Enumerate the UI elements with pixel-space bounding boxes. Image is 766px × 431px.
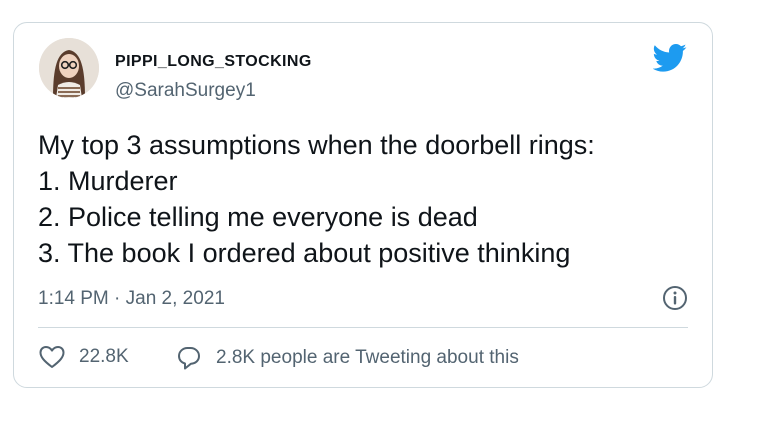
conversation-count: 2.8K people are Tweeting about this <box>216 347 519 368</box>
speech-bubble-icon <box>178 347 200 370</box>
avatar[interactable] <box>39 38 99 98</box>
like-count: 22.8K <box>79 346 129 367</box>
tweet-card: PIPPI_LONG_STOCKING @SarahSurgey1 My top… <box>13 22 713 388</box>
tweet-line: 2. Police telling me everyone is dead <box>38 202 478 232</box>
divider <box>38 327 688 328</box>
conversation-link[interactable]: 2.8K people are Tweeting about this <box>176 345 519 371</box>
tweet-line: 3. The book I ordered about positive thi… <box>38 238 571 268</box>
tweet-timestamp[interactable]: 1:14 PM · Jan 2, 2021 <box>38 288 225 310</box>
like-button[interactable]: 22.8K <box>39 345 129 369</box>
twitter-bird-icon[interactable] <box>652 43 687 73</box>
tweet-line: My top 3 assumptions when the doorbell r… <box>38 130 595 160</box>
info-icon[interactable] <box>662 285 688 311</box>
author-handle[interactable]: @SarahSurgey1 <box>115 80 256 102</box>
heart-icon <box>39 346 65 368</box>
tweet-text: My top 3 assumptions when the doorbell r… <box>38 127 678 271</box>
avatar-image <box>39 38 99 98</box>
author-display-name[interactable]: PIPPI_LONG_STOCKING <box>115 53 312 71</box>
tweet-line: 1. Murderer <box>38 166 178 196</box>
